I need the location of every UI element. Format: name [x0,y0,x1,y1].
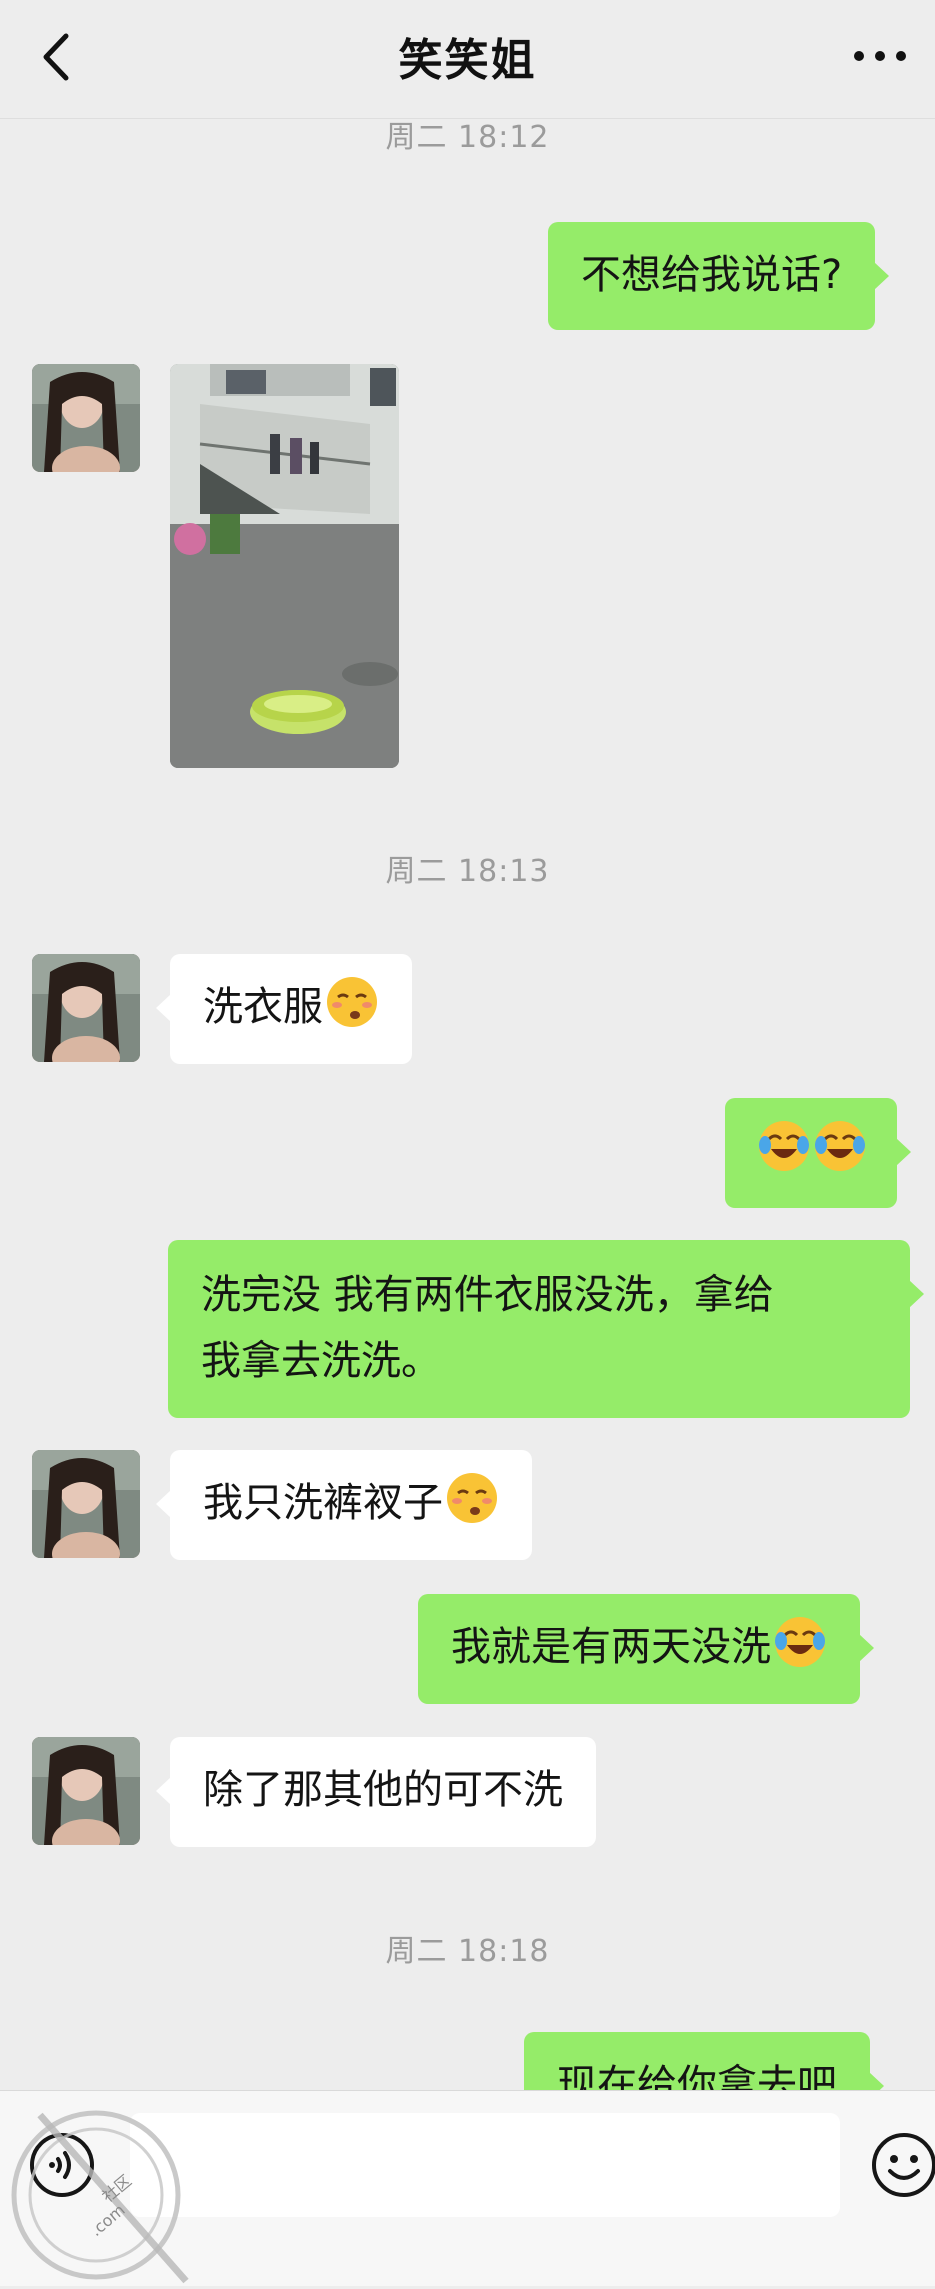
incoming-message[interactable]: 洗衣服 [156,954,412,1064]
more-options-button[interactable] [845,30,915,82]
contact-avatar[interactable] [32,1450,140,1558]
contact-avatar[interactable] [32,1737,140,1845]
pouting-face-emoji-icon [327,977,377,1027]
crying-laughing-emoji-icon [759,1121,809,1171]
emoji-face-icon [872,2133,935,2197]
message-text: 除了那其他的可不洗 [203,1767,563,1813]
outgoing-message[interactable] [725,1098,911,1208]
chat-header: 笑笑姐 [0,0,935,119]
crying-laughing-emoji-icon [775,1617,825,1667]
contact-avatar[interactable] [32,364,140,472]
pouting-face-emoji-icon [447,1473,497,1523]
outgoing-message[interactable]: 不想给我说话? [548,222,890,330]
chat-title: 笑笑姐 [398,35,537,86]
crying-laughing-emoji-icon [815,1121,865,1171]
timestamp: 周二 18:18 [385,1934,550,1969]
ellipsis-icon [854,51,906,61]
message-text: 洗完没 我有两件衣服没洗，拿给 [201,1272,774,1318]
message-text: 不想给我说话? [581,252,843,298]
message-text: 我只洗裤衩子 [203,1480,443,1526]
message-input[interactable] [130,2113,840,2217]
timestamp: 周二 18:13 [385,854,550,889]
message-text: 我就是有两天没洗 [451,1624,771,1670]
emoji-button[interactable] [870,2131,935,2199]
incoming-message[interactable]: 我只洗裤衩子 [156,1450,532,1560]
image-message[interactable] [170,364,399,768]
message-text: 洗衣服 [203,984,323,1030]
incoming-message[interactable]: 除了那其他的可不洗 [156,1737,596,1847]
outgoing-message[interactable]: 我就是有两天没洗 [418,1594,874,1704]
message-text: 我拿去洗洗。 [201,1338,441,1384]
outgoing-message[interactable]: 洗完没 我有两件衣服没洗，拿给 我拿去洗洗。 [168,1240,924,1418]
contact-avatar[interactable] [32,954,140,1062]
watermark: 社区 .com [0,2085,200,2285]
